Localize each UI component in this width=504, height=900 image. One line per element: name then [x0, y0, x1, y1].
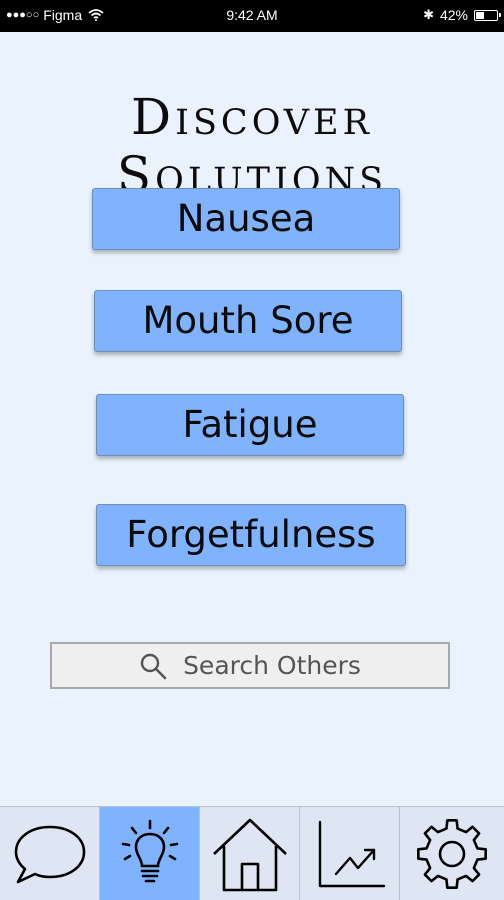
- symptom-button-mouth-sore[interactable]: Mouth Sore: [94, 290, 402, 352]
- symptom-button-forgetfulness[interactable]: Forgetfulness: [96, 504, 406, 566]
- tab-discover[interactable]: [100, 807, 200, 900]
- bottom-tab-bar: [0, 806, 504, 900]
- search-others-input[interactable]: Search Others: [50, 642, 450, 689]
- symptom-button-fatigue[interactable]: Fatigue: [96, 394, 404, 456]
- chat-bubble-icon: [10, 819, 90, 889]
- tab-chat[interactable]: [0, 807, 100, 900]
- tab-home[interactable]: [200, 807, 300, 900]
- bluetooth-icon: ✱: [423, 7, 434, 22]
- status-right: ✱ 42%: [423, 7, 501, 23]
- home-icon: [210, 814, 290, 894]
- status-bar: ●●●○○ Figma 9:42 AM ✱ 42%: [0, 0, 504, 32]
- battery-icon: [474, 9, 501, 21]
- tab-settings[interactable]: [400, 807, 504, 900]
- battery-percent: 42%: [439, 7, 468, 23]
- tab-progress[interactable]: [300, 807, 400, 900]
- page-title: Discover Solutions: [116, 88, 388, 204]
- search-icon: [139, 652, 167, 680]
- gear-icon: [413, 815, 491, 893]
- lightbulb-icon: [118, 819, 182, 889]
- symptom-button-nausea[interactable]: Nausea: [92, 188, 400, 250]
- battery-fill: [476, 11, 484, 19]
- search-placeholder: Search Others: [183, 651, 361, 680]
- trend-chart-icon: [312, 816, 388, 892]
